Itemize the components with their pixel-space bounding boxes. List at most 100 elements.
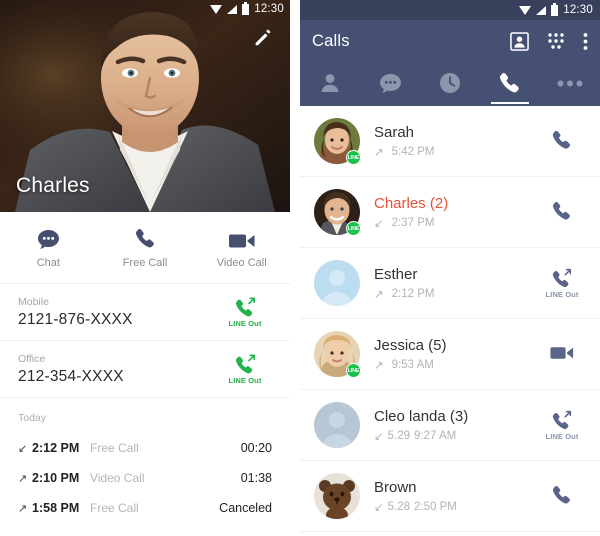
call-back-button[interactable] [538, 130, 586, 153]
history-type: Free Call [90, 441, 139, 455]
free-call-button[interactable]: Free Call [97, 226, 194, 269]
call-date: 5.29 [387, 429, 411, 442]
profile-name: Charles [16, 174, 90, 197]
left-phone-screen: 12:30 Charles Chat Free Call Video Call … [0, 0, 290, 536]
line-out-button[interactable]: LINE Out [538, 268, 586, 299]
profile-action-bar: Chat Free Call Video Call [0, 212, 290, 284]
active-tab-indicator [490, 101, 530, 104]
phone-out-icon [552, 268, 572, 287]
incoming-arrow-icon: ↙ [374, 501, 384, 514]
call-list-item[interactable]: Cleo landa (3) ↙ 5.29 9:27 AM LINE Out [300, 390, 600, 461]
signal-icon [227, 4, 238, 14]
line-badge: LINE [346, 363, 361, 378]
phone-out-icon [235, 297, 255, 316]
call-meta: ↙ 2:37 PM [374, 216, 538, 230]
call-date: 5.28 [387, 500, 411, 513]
overflow-menu-button[interactable] [583, 32, 588, 51]
avatar-wrapper[interactable] [314, 260, 360, 306]
call-item-text: Jessica (5) ↗ 9:53 AM [374, 337, 538, 372]
contact-card-icon [510, 31, 529, 51]
avatar-wrapper[interactable] [314, 402, 360, 448]
call-list[interactable]: LINE Sarah ↗ 5:42 PM LINE Charles (2) ↙ … [300, 106, 600, 536]
call-list-item[interactable]: Andy ↙ [300, 532, 600, 536]
statusbar-clock: 12:30 [563, 4, 593, 16]
wifi-icon [519, 5, 532, 15]
avatar-wrapper[interactable] [314, 473, 360, 519]
call-meta: ↗ 9:53 AM [374, 358, 538, 372]
phone-out-icon [552, 410, 572, 429]
battery-icon [551, 2, 559, 16]
person-icon [321, 74, 339, 92]
call-item-text: Charles (2) ↙ 2:37 PM [374, 195, 538, 230]
panel-divider [290, 0, 300, 536]
tab-more[interactable] [540, 62, 600, 104]
caller-name: Cleo landa (3) [374, 407, 469, 425]
call-item-text: Cleo landa (3) ↙ 5.29 9:27 AM [374, 408, 538, 443]
phone-icon [135, 226, 156, 250]
line-badge: LINE [346, 150, 361, 165]
tab-bar [300, 62, 600, 106]
chat-button[interactable]: Chat [0, 226, 97, 269]
video-camera-icon [228, 226, 255, 250]
call-back-button[interactable] [538, 485, 586, 508]
call-list-item[interactable]: Esther ↗ 2:12 PM LINE Out [300, 248, 600, 319]
contact-row-text: Mobile 2121-876-XXXX [18, 296, 218, 329]
phone-icon [552, 130, 570, 149]
dialpad-button[interactable] [547, 32, 565, 50]
avatar-wrapper[interactable]: LINE [314, 189, 361, 236]
history-time: 2:12 PM [32, 441, 80, 455]
more-dots-icon [557, 80, 583, 86]
line-out-button-mobile[interactable]: LINE Out [218, 297, 272, 328]
right-statusbar: 12:30 [300, 0, 600, 20]
caller-name: Sarah [374, 123, 415, 141]
tab-calls[interactable] [480, 62, 540, 104]
right-phone-screen: 12:30 Calls LINE Sarah ↗ 5:42 PM LINE Ch… [300, 0, 600, 536]
call-list-item[interactable]: LINE Sarah ↗ 5:42 PM [300, 106, 600, 177]
call-item-text: Esther ↗ 2:12 PM [374, 266, 538, 301]
incoming-arrow-icon: ↙ [374, 430, 384, 443]
phone-icon [500, 72, 519, 92]
line-out-button-office[interactable]: LINE Out [218, 354, 272, 385]
contact-label: Mobile [18, 295, 49, 308]
contact-row-office[interactable]: Office 212-354-XXXX LINE Out [0, 341, 290, 398]
history-time: 2:10 PM [32, 471, 80, 485]
free-call-button-label: Free Call [122, 257, 168, 269]
video-call-button[interactable] [538, 345, 586, 363]
profile-photo[interactable]: 12:30 Charles [0, 0, 290, 212]
line-out-label: LINE Out [545, 431, 579, 441]
line-out-button[interactable]: LINE Out [538, 410, 586, 441]
call-back-button[interactable] [538, 201, 586, 224]
contact-value: 2121-876-XXXX [18, 310, 133, 328]
call-item-text: Sarah ↗ 5:42 PM [374, 124, 538, 159]
outgoing-arrow-icon: ↗ [18, 472, 28, 485]
call-list-item[interactable]: Brown ↙ 5.28 2:50 PM [300, 461, 600, 532]
contact-row-mobile[interactable]: Mobile 2121-876-XXXX LINE Out [0, 284, 290, 341]
call-list-item[interactable]: LINE Jessica (5) ↗ 9:53 AM [300, 319, 600, 390]
tab-friends[interactable] [300, 62, 360, 104]
tab-chats[interactable] [360, 62, 420, 104]
history-row[interactable]: ↙ 2:12 PM Free Call 00:20 [18, 433, 272, 463]
contacts-button[interactable] [510, 31, 529, 51]
history-row[interactable]: ↗ 1:58 PM Free Call Canceled [18, 493, 272, 523]
line-out-label: LINE Out [545, 289, 579, 299]
history-time: 1:58 PM [32, 501, 80, 515]
app-bar: Calls [300, 20, 600, 62]
page-title: Calls [312, 31, 350, 50]
video-call-button[interactable]: Video Call [193, 226, 290, 269]
avatar [314, 260, 360, 306]
call-list-item[interactable]: LINE Charles (2) ↙ 2:37 PM [300, 177, 600, 248]
signal-icon [536, 5, 547, 15]
clock-icon [440, 73, 460, 93]
caller-name: Jessica (5) [374, 336, 447, 354]
history-row[interactable]: ↗ 2:10 PM Video Call 01:38 [18, 463, 272, 493]
avatar-wrapper[interactable]: LINE [314, 118, 361, 165]
tab-timeline[interactable] [420, 62, 480, 104]
battery-icon [242, 1, 250, 15]
call-time: 2:12 PM [391, 287, 435, 300]
avatar-wrapper[interactable]: LINE [314, 331, 361, 378]
edit-profile-button[interactable] [252, 26, 274, 48]
line-badge: LINE [346, 221, 361, 236]
history-duration: 01:38 [240, 471, 272, 485]
call-time: 5:42 PM [391, 145, 435, 158]
history-duration: Canceled [219, 501, 272, 515]
